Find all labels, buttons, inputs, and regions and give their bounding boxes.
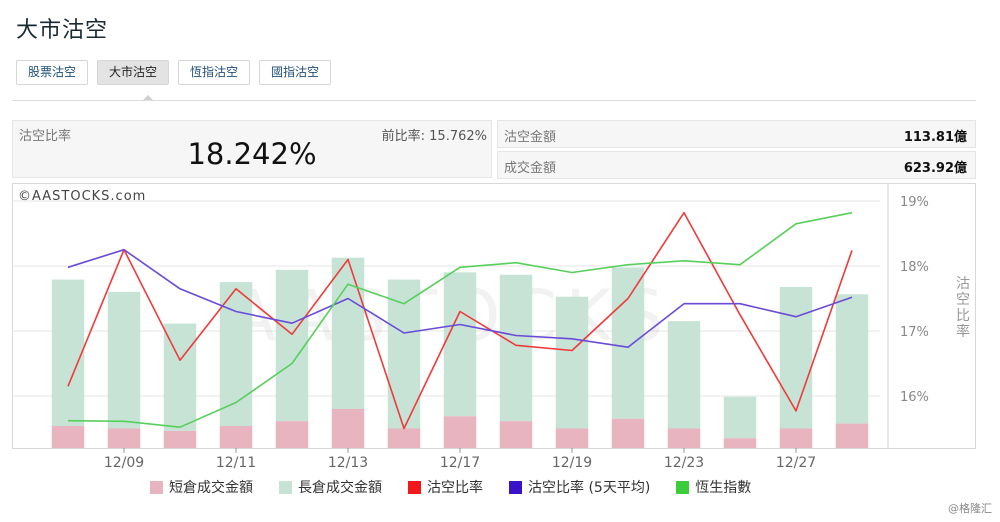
legend-label-short-ratio: 沽空比率 [427,480,483,496]
bar-long-turnover [331,257,365,409]
legend-item-short-ratio[interactable]: 沽空比率 [408,477,483,497]
bar-short-turnover [51,426,85,448]
bar-short-turnover [107,428,141,448]
footer-watermark: @格隆汇 [948,502,992,515]
right-axis-tick-label: 19% [900,195,929,210]
right-axis-label-char: 比 [956,308,970,324]
right-axis-label-char: 率 [956,323,970,340]
bar-long-turnover [163,323,197,431]
bar-long-turnover [779,286,813,429]
bar-short-turnover [723,438,757,448]
x-tick-label: 12/13 [328,455,368,470]
bar-short-turnover [499,421,533,448]
right-axis-tick-label: 17% [900,325,929,340]
legend-item-short-ratio-5d[interactable]: 沽空比率 (5天平均) [509,477,650,497]
short-selling-chart: 16%17%18%19%AASTOCKS12/0912/1112/1312/17… [12,184,970,470]
bar-long-turnover [275,269,309,422]
legend-item-short-turnover[interactable]: 短倉成交金額 [150,477,253,497]
legend-swatch-short-ratio [408,480,421,494]
bar-long-turnover [667,321,701,429]
legend-label-short-ratio-5d: 沽空比率 (5天平均) [528,480,651,496]
x-tick-label: 12/11 [216,455,256,470]
legend-swatch-hsi [676,480,690,494]
bar-short-turnover [219,426,253,448]
corner-watermark: ©AASTOCKS.com [18,189,146,204]
legend-label-long-turnover: 長倉成交金額 [298,480,382,496]
bar-short-turnover [555,428,589,448]
legend-label-hsi: 恆生指數 [695,480,752,496]
right-axis-label-char: 沽 [956,276,970,292]
right-axis-label-char: 空 [956,292,970,308]
bar-long-turnover [835,294,869,424]
bar-short-turnover [443,416,477,448]
legend-item-long-turnover[interactable]: 長倉成交金額 [279,477,382,497]
bar-short-turnover [779,428,813,448]
x-tick-label: 12/19 [552,455,592,470]
bar-long-turnover [555,296,589,429]
legend-item-hsi[interactable]: 恆生指數 [676,477,751,497]
bar-short-turnover [667,428,701,448]
legend-label-short-turnover: 短倉成交金額 [169,480,253,496]
bar-short-turnover [835,423,869,448]
bar-long-turnover [443,272,477,417]
bar-short-turnover [275,421,309,448]
bar-long-turnover [723,396,757,439]
legend-swatch-long-turnover [279,480,292,494]
chart-legend: 短倉成交金額 長倉成交金額 沽空比率 沽空比率 (5天平均) 恆生指數 [150,477,751,497]
bar-long-turnover [611,267,645,419]
bar-long-turnover [51,279,85,427]
bar-short-turnover [163,430,197,448]
x-tick-label: 12/23 [664,455,704,470]
bar-short-turnover [331,408,365,448]
legend-swatch-short-ratio-5d [509,480,522,494]
bar-long-turnover [107,291,141,429]
x-tick-label: 12/09 [104,455,144,470]
bar-short-turnover [387,428,421,448]
right-axis-tick-label: 16% [900,390,929,405]
bar-long-turnover [499,274,533,422]
x-tick-label: 12/27 [776,455,816,470]
right-axis-tick-label: 18% [900,260,929,275]
legend-swatch-short-turnover [150,480,163,494]
bar-short-turnover [611,418,645,448]
x-tick-label: 12/17 [440,455,480,470]
